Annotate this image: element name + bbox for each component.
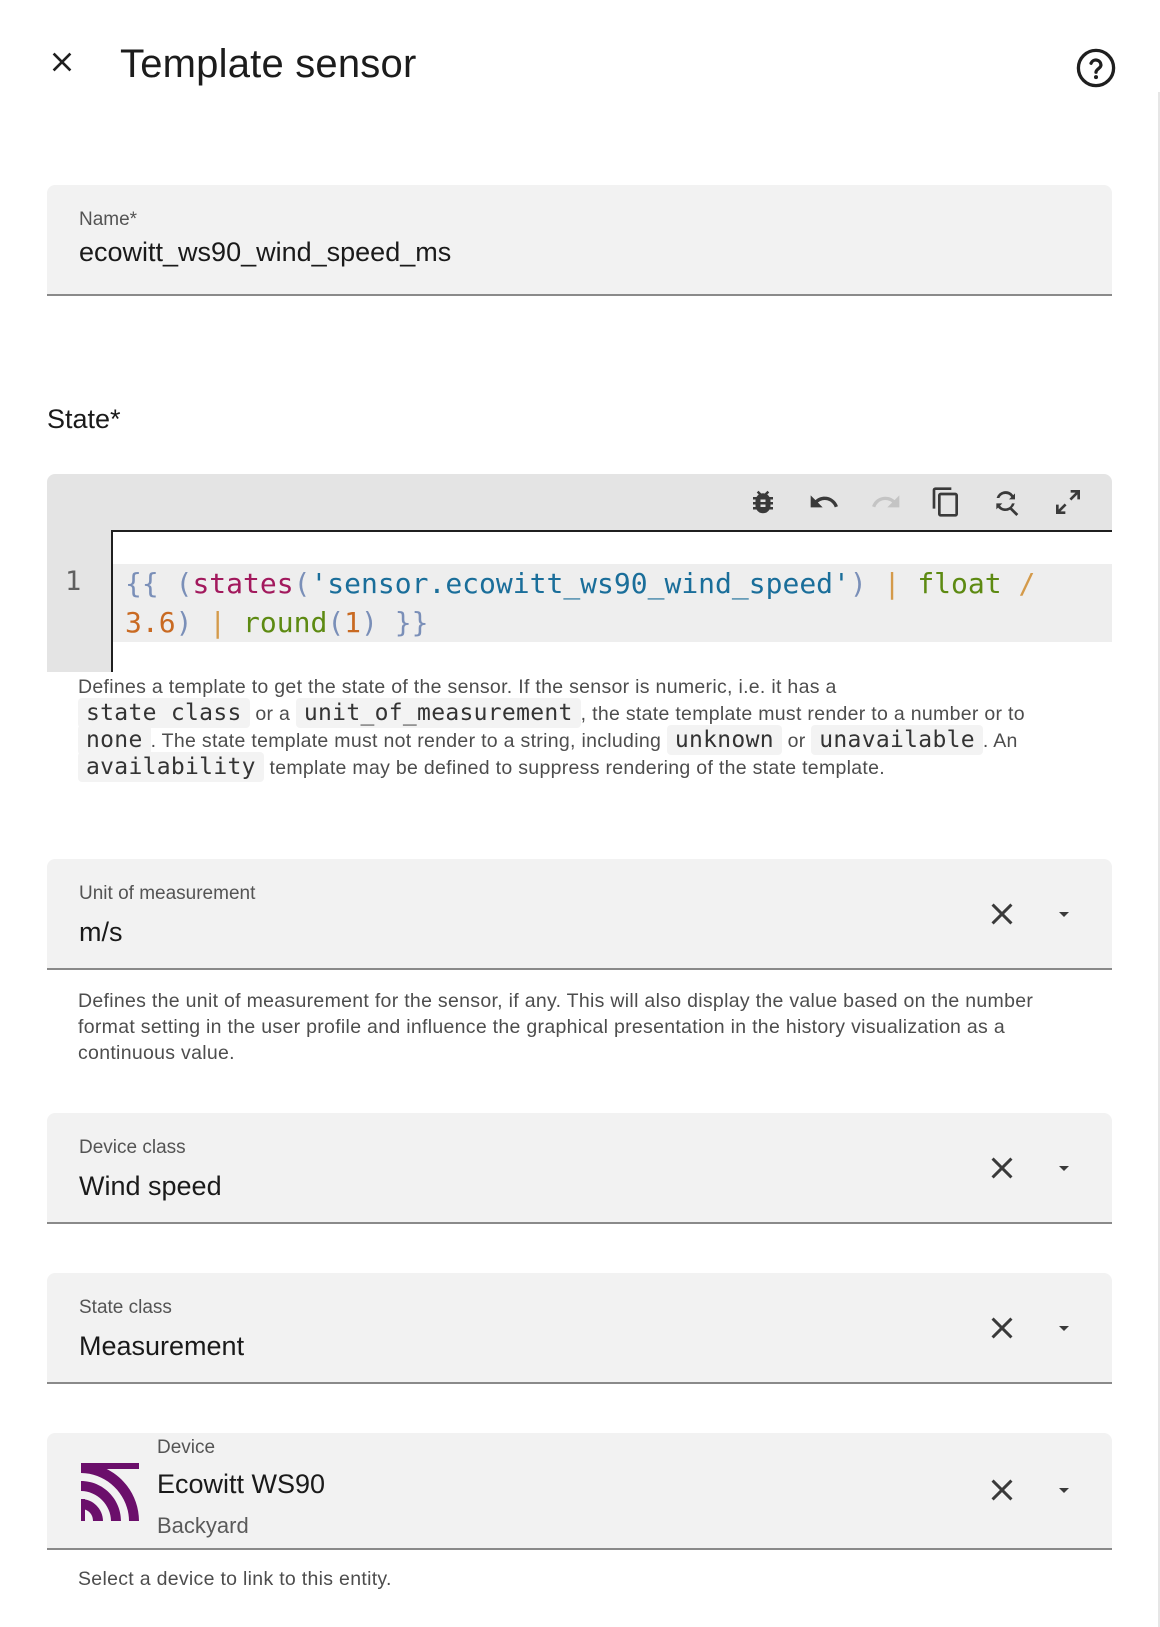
code-content[interactable]: {{ (states('sensor.ecowitt_ws90_wind_spe… <box>125 564 1105 642</box>
chevron-down-icon <box>1059 1326 1069 1331</box>
debug-button[interactable] <box>741 480 785 524</box>
bug-icon <box>753 490 773 514</box>
device-class-field[interactable]: Device class Wind speed <box>47 1113 1112 1224</box>
code-token: ) <box>849 567 867 600</box>
search-replace-icon <box>996 491 1019 516</box>
code-token: }} <box>377 606 429 639</box>
code-token: 'sensor.ecowitt_ws90_wind_speed' <box>310 567 850 600</box>
helper-text: or <box>787 730 806 752</box>
redo-button[interactable] <box>864 480 908 524</box>
code-token: | <box>192 606 244 639</box>
close-icon <box>991 903 1013 925</box>
chevron-down-icon <box>1059 1488 1069 1493</box>
device-class-clear-button[interactable] <box>978 1144 1026 1192</box>
dialog-header: Template sensor <box>0 0 1160 140</box>
state-class-dropdown-button[interactable] <box>1044 1304 1084 1352</box>
state-helper-text: Defines a template to get the state of t… <box>78 674 1068 782</box>
line-number: 1 <box>65 566 82 597</box>
state-class-label: State class <box>79 1297 172 1318</box>
helper-code: unavailable <box>811 725 983 755</box>
fullscreen-button[interactable] <box>1046 480 1090 524</box>
code-token: {{ <box>125 567 159 600</box>
state-label: State* <box>47 404 121 434</box>
code-token: round <box>243 606 328 639</box>
device-dropdown-button[interactable] <box>1044 1466 1084 1514</box>
code-token: / <box>1001 567 1036 600</box>
code-token: float <box>917 567 1002 600</box>
help-button[interactable] <box>1068 40 1124 96</box>
copy-button[interactable] <box>924 480 968 524</box>
code-token: states <box>192 567 294 600</box>
close-icon <box>991 1317 1013 1339</box>
search-replace-button[interactable] <box>985 480 1029 524</box>
unit-helper-text: Defines the unit of measurement for the … <box>78 990 1034 1064</box>
helper-code: unknown <box>666 725 782 755</box>
helper-text: or a <box>255 703 291 725</box>
name-field-value[interactable]: ecowitt_ws90_wind_speed_ms <box>79 237 451 268</box>
code-token: ( <box>293 567 311 600</box>
unit-field-value[interactable]: m/s <box>79 917 123 948</box>
name-field[interactable]: Name* ecowitt_ws90_wind_speed_ms <box>47 185 1112 296</box>
chevron-down-icon <box>1059 912 1069 917</box>
device-area-subtitle: Backyard <box>157 1513 249 1538</box>
helper-code: availability <box>78 752 264 782</box>
dialog-title: Template sensor <box>120 42 417 86</box>
redo-icon <box>872 495 900 508</box>
helper-code: none <box>78 725 151 755</box>
editor-toolbar <box>47 474 1112 530</box>
undo-button[interactable] <box>802 480 846 524</box>
unit-field-label: Unit of measurement <box>79 883 256 904</box>
device-field-value[interactable]: Ecowitt WS90 <box>157 1469 325 1500</box>
device-class-dropdown-button[interactable] <box>1044 1144 1084 1192</box>
chevron-down-icon <box>1059 1166 1069 1171</box>
helper-code: unit_of_measurement <box>295 698 581 728</box>
close-icon <box>991 1157 1013 1179</box>
helper-text: . An <box>982 730 1018 752</box>
name-field-label: Name* <box>79 209 138 230</box>
unit-of-measurement-field[interactable]: Unit of measurement m/s <box>47 859 1112 970</box>
state-class-field[interactable]: State class Measurement <box>47 1273 1112 1384</box>
helper-text: . The state template must not render to … <box>150 730 662 752</box>
close-button[interactable] <box>34 34 90 90</box>
editor-top-border <box>111 530 1112 532</box>
device-class-value[interactable]: Wind speed <box>79 1171 222 1202</box>
code-token: ( <box>327 606 345 639</box>
close-icon <box>991 1479 1013 1501</box>
device-clear-button[interactable] <box>978 1466 1026 1514</box>
state-class-clear-button[interactable] <box>978 1304 1026 1352</box>
helper-text: Defines a template to get the state of t… <box>78 676 837 698</box>
editor-gutter <box>47 530 111 672</box>
code-token: ) <box>175 606 193 639</box>
device-picker-field[interactable]: Device Ecowitt WS90 Backyard <box>47 1433 1112 1550</box>
code-token: | <box>866 567 918 600</box>
helper-text: template may be defined to suppress rend… <box>269 757 886 779</box>
code-token: ( <box>158 567 193 600</box>
copy-icon <box>932 487 958 517</box>
code-token: ) <box>361 606 378 639</box>
unit-dropdown-button[interactable] <box>1044 890 1084 938</box>
helper-code: state class <box>78 698 250 728</box>
state-template-editor[interactable]: 1 {{ (states('sensor.ecowitt_ws90_wind_s… <box>47 474 1112 672</box>
state-class-value[interactable]: Measurement <box>79 1331 244 1362</box>
device-helper-text: Select a device to link to this entity. <box>78 1568 392 1590</box>
help-circle-icon <box>1076 48 1116 88</box>
helper-text: , the state template must render to a nu… <box>580 703 1025 725</box>
code-token: 1 <box>344 606 362 639</box>
device-field-label: Device <box>157 1437 216 1458</box>
undo-icon <box>810 495 838 508</box>
unit-clear-button[interactable] <box>978 890 1026 938</box>
close-icon <box>52 52 72 72</box>
device-class-label: Device class <box>79 1137 186 1158</box>
ecowitt-logo-icon <box>81 1463 139 1521</box>
fullscreen-icon <box>1056 490 1080 514</box>
